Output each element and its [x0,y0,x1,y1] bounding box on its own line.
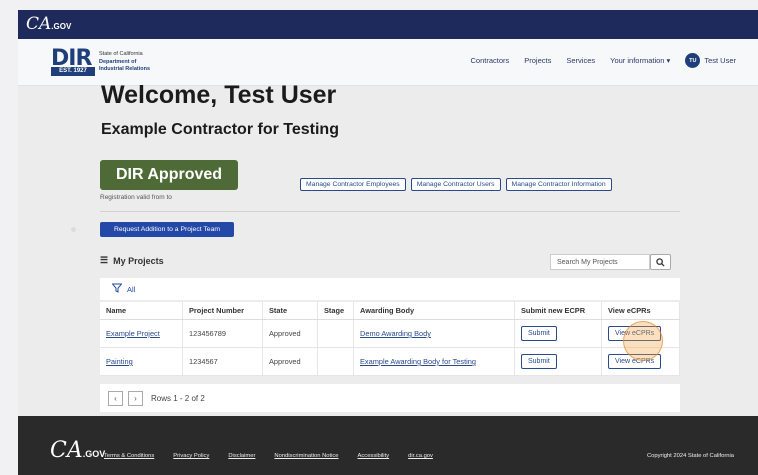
col-project-number: Project Number [182,302,263,320]
site-header: DIR EST. 1927 State of California Depart… [18,39,758,86]
user-name[interactable]: Test User [704,56,736,65]
site-footer: CA.GOV Terms & Conditions Privacy Policy… [18,416,758,475]
footer-link-accessibility[interactable]: Accessibility [358,453,390,459]
footer-link-dir[interactable]: dir.ca.gov [408,453,433,459]
nav-services[interactable]: Services [566,56,595,65]
dir-logo-est: EST. 1927 [51,67,95,76]
cell-state: Approved [262,319,318,348]
cell-stage [317,347,354,376]
col-state: State [262,302,318,320]
table-row: Painting 1234567 Approved Example Awardi… [100,347,680,376]
manage-information-button[interactable]: Manage Contractor Information [505,178,612,191]
next-page-icon[interactable]: › [128,390,143,406]
col-stage: Stage [317,302,354,320]
cell-name: Painting [100,347,183,376]
footer-link-nondiscrimination[interactable]: Nondiscrimination Notice [274,453,338,459]
cell-awarding-body: Example Awarding Body for Testing [353,347,515,376]
table-row: Example Project 123456789 Approved Demo … [100,319,680,348]
cell-view: View eCPRs [601,319,680,348]
dir-logo-mark: DIR EST. 1927 [51,46,95,76]
ca-gov-bar: CA.GOV [18,10,758,39]
footer-links: Terms & Conditions Privacy Policy Discla… [104,453,452,459]
view-ecprs-button[interactable]: View eCPRs [608,326,662,341]
cell-name: Example Project [100,319,183,348]
footer-ca-gov-logo[interactable]: CA.GOV [50,438,105,463]
cell-submit: Submit [514,319,602,348]
col-view-ecprs: View eCPRs [601,302,680,320]
table-header-row: Name Project Number State Stage Awarding… [100,302,680,320]
submit-ecpr-button[interactable]: Submit [521,354,557,369]
awarding-body-link[interactable]: Demo Awarding Body [360,329,431,338]
project-link[interactable]: Painting [106,357,133,366]
search-placeholder: Search My Projects [557,258,618,266]
manage-users-button[interactable]: Manage Contractor Users [410,178,501,191]
col-awarding-body: Awarding Body [353,302,515,320]
dir-logo-text: State of California Department of Indust… [99,51,189,74]
manage-buttons: Manage Contractor Employees Manage Contr… [300,178,617,191]
footer-link-disclaimer[interactable]: Disclaimer [228,453,255,459]
col-name: Name [100,302,183,320]
nav-projects[interactable]: Projects [524,56,551,65]
logo-line-2: Department of [99,58,137,65]
decorative-dot [71,227,76,232]
cell-stage [317,319,354,348]
cell-state: Approved [262,347,318,376]
cell-number: 123456789 [182,319,263,348]
logo-line-1: State of California [99,51,143,57]
logo-line-3: Industrial Relations [99,66,151,72]
page-title: Welcome, Test User [101,81,337,109]
nav-your-information[interactable]: Your information ▾ [610,56,670,65]
ca-gov-logo[interactable]: CA.GOV [26,14,71,34]
my-projects-label: My Projects [113,255,164,266]
awarding-body-link[interactable]: Example Awarding Body for Testing [360,357,476,366]
col-submit-ecpr: Submit new ECPR [514,302,602,320]
main-nav: Contractors Projects Services Your infor… [456,53,736,68]
pagination: ‹ › Rows 1 - 2 of 2 [100,384,680,412]
hamburger-icon[interactable]: ☰ [100,255,108,266]
footer-link-terms[interactable]: Terms & Conditions [104,453,154,459]
prev-page-icon[interactable]: ‹ [108,390,123,406]
company-name: Example Contractor for Testing [101,121,339,138]
cell-number: 1234567 [182,347,263,376]
filter-all-label[interactable]: All [127,285,135,294]
cell-view: View eCPRs [601,347,680,376]
search-button[interactable] [650,254,671,270]
request-project-team-button[interactable]: Request Addition to a Project Team [100,222,234,237]
nav-contractors[interactable]: Contractors [471,56,510,65]
project-link[interactable]: Example Project [106,329,160,338]
my-projects-panel: ☰ My Projects Search My Projects All Nam… [100,246,680,412]
footer-link-privacy[interactable]: Privacy Policy [173,453,209,459]
user-avatar[interactable]: TU [685,53,701,68]
projects-table: Name Project Number State Stage Awarding… [100,302,680,376]
search-input[interactable]: Search My Projects [550,254,650,270]
my-projects-title: ☰ My Projects [100,255,164,266]
dir-logo-letters: DIR [51,46,92,71]
manage-employees-button[interactable]: Manage Contractor Employees [300,178,406,191]
cell-submit: Submit [514,347,602,376]
filter-icon[interactable] [111,283,123,295]
registration-validity: Registration valid from to [100,194,172,201]
search-icon [656,257,665,267]
submit-ecpr-button[interactable]: Submit [521,326,557,341]
rows-count: Rows 1 - 2 of 2 [151,393,205,403]
copyright: Copyright 2024 State of California [646,453,734,459]
view-ecprs-button[interactable]: View eCPRs [608,354,662,369]
cell-awarding-body: Demo Awarding Body [353,319,515,348]
browser-frame: CA.GOV DIR EST. 1927 State of California… [18,10,758,475]
approved-badge: DIR Approved [100,160,238,190]
divider [100,211,680,212]
filter-row: All [100,278,680,300]
